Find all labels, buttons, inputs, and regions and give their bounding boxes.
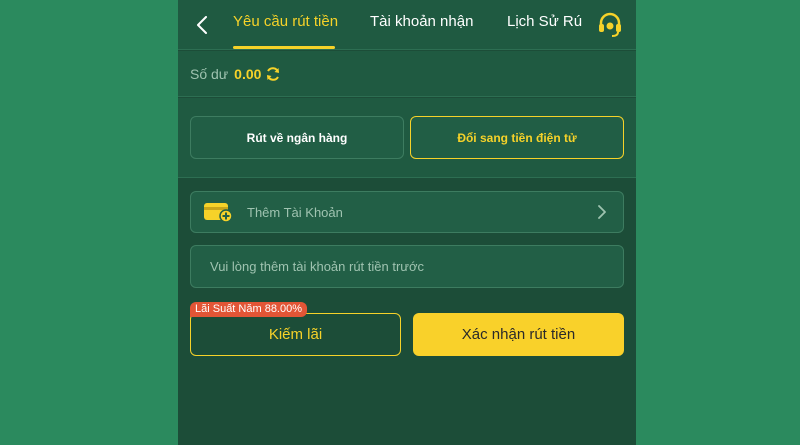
confirm-withdraw-button[interactable]: Xác nhận rút tiền bbox=[413, 313, 624, 356]
withdraw-method-section: Rút về ngân hàng Đổi sang tiền điện tử bbox=[178, 98, 636, 178]
convert-to-crypto-button[interactable]: Đổi sang tiền điện tử bbox=[410, 116, 624, 159]
annual-rate-badge: Lãi Suất Năm 88.00% bbox=[190, 302, 308, 317]
withdraw-to-bank-button[interactable]: Rút về ngân hàng bbox=[190, 116, 404, 159]
wallet-add-icon bbox=[204, 203, 233, 223]
add-account-notice: Vui lòng thêm tài khoản rút tiền trước bbox=[190, 245, 624, 288]
header-bar: Yêu cầu rút tiền Tài khoản nhận Lịch Sử … bbox=[178, 0, 636, 50]
active-tab-indicator bbox=[233, 46, 335, 49]
add-account-row[interactable]: Thêm Tài Khoản bbox=[190, 191, 624, 233]
headset-icon bbox=[599, 12, 621, 37]
chevron-right-icon bbox=[598, 205, 606, 219]
earn-interest-button[interactable]: Kiếm lãi bbox=[190, 313, 401, 356]
tab-history[interactable]: Lịch Sử Rú bbox=[507, 13, 582, 30]
chevron-left-icon bbox=[197, 16, 207, 34]
withdraw-screen: Yêu cầu rút tiền Tài khoản nhận Lịch Sử … bbox=[178, 0, 636, 445]
balance-label: Số dư bbox=[190, 65, 229, 82]
balance-row: Số dư 0.00 bbox=[178, 51, 636, 97]
tab-withdraw-request[interactable]: Yêu cầu rút tiền bbox=[233, 13, 338, 30]
add-account-label: Thêm Tài Khoản bbox=[247, 204, 343, 220]
balance-value: 0.00 bbox=[234, 65, 262, 82]
back-button[interactable] bbox=[190, 13, 214, 37]
tab-receiving-account[interactable]: Tài khoản nhận bbox=[370, 13, 473, 30]
customer-support-button[interactable] bbox=[596, 11, 624, 39]
refresh-icon[interactable] bbox=[265, 66, 281, 82]
